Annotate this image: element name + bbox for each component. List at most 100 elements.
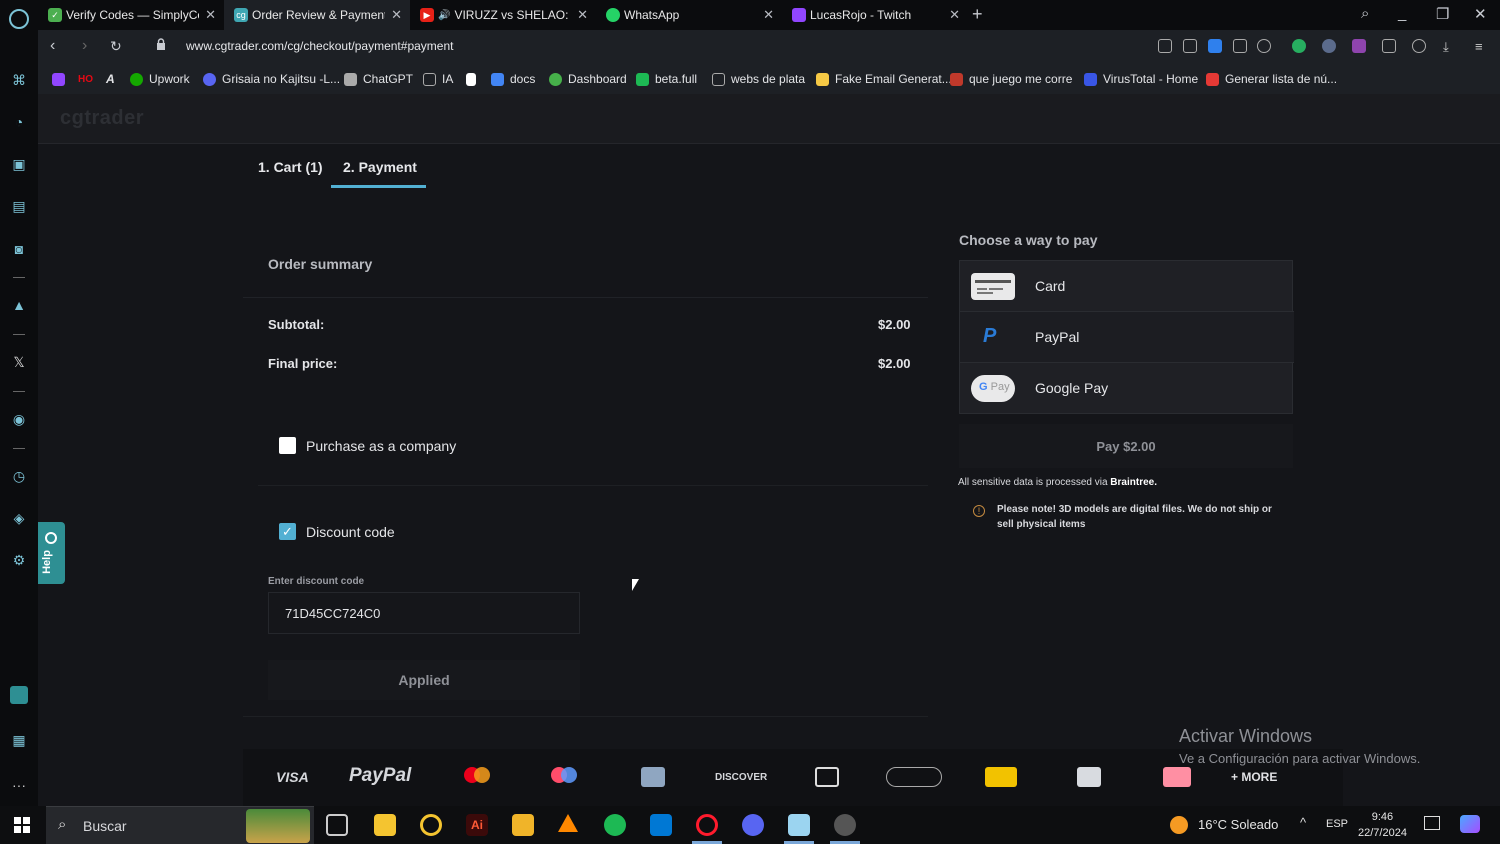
profile-icon[interactable] (1412, 39, 1426, 53)
menu-icon[interactable]: ≡ (1475, 39, 1489, 54)
tab-verify-codes[interactable]: ✓ Verify Codes — SimplyCod ✕ (38, 0, 224, 30)
tab-whatsapp[interactable]: WhatsApp ✕ (596, 0, 782, 30)
file-explorer-icon[interactable] (512, 814, 534, 836)
images-icon[interactable]: ▦ (10, 731, 28, 749)
pay-method-google-pay[interactable]: G Pay Google Pay (960, 363, 1294, 414)
purchase-as-company-checkbox[interactable] (279, 437, 296, 454)
twitch-sidebar-icon[interactable]: ▤ (10, 197, 28, 215)
x-twitter-icon[interactable]: 𝕏 (10, 353, 28, 371)
task-view-icon[interactable] (326, 814, 348, 836)
bookmark-upwork[interactable]: Upwork (130, 70, 190, 88)
camera-icon[interactable] (1183, 39, 1197, 53)
opera-gx-icon[interactable] (420, 814, 442, 836)
bookmark-generar-lista[interactable]: Generar lista de nú... (1206, 70, 1337, 88)
cgtrader-logo[interactable]: cgtrader (60, 107, 144, 130)
illustrator-icon[interactable]: Ai (466, 814, 488, 836)
edit-icon[interactable] (1158, 39, 1172, 53)
new-tab-button[interactable]: + (972, 4, 983, 25)
close-tab-icon[interactable]: ✕ (577, 7, 588, 23)
more-logos-link[interactable]: + MORE (1231, 770, 1277, 784)
pay-button[interactable]: Pay $2.00 (959, 424, 1293, 468)
shield-icon[interactable] (1208, 39, 1222, 53)
close-tab-icon[interactable]: ✕ (205, 7, 216, 23)
bookmark-que-juego[interactable]: que juego me corre (950, 70, 1072, 88)
discount-code-input[interactable]: 71D45CC724C0 (268, 592, 580, 634)
spotify-icon[interactable] (604, 814, 626, 836)
cube-icon[interactable] (1382, 39, 1396, 53)
purchase-as-company-label[interactable]: Purchase as a company (306, 438, 456, 454)
bookmark-chatgpt[interactable]: ChatGPT (344, 70, 413, 88)
copilot-icon[interactable] (1460, 815, 1480, 833)
instagram-icon[interactable]: ◙ (10, 240, 28, 258)
bookmark-tiktok[interactable] (466, 70, 482, 88)
player-icon[interactable]: ◉ (10, 410, 28, 428)
app-sidebar-icon[interactable] (10, 686, 28, 704)
url-field[interactable]: www.cgtrader.com/cg/checkout/payment#pay… (186, 39, 453, 53)
reload-icon[interactable]: ↻ (110, 38, 122, 55)
bookmark-beta-full[interactable]: beta.full (636, 70, 697, 88)
taskbar-clock[interactable]: 9:46 22/7/2024 (1358, 809, 1407, 841)
step-cart-tab[interactable]: 1. Cart (1) (258, 159, 323, 175)
bookmark-grisaia[interactable]: Grisaia no Kajitsu -L... (203, 70, 340, 88)
close-tab-icon[interactable]: ✕ (391, 7, 402, 23)
back-icon[interactable]: ‹ (50, 37, 55, 55)
language-indicator[interactable]: ESP (1326, 818, 1348, 830)
pay-method-paypal[interactable]: P PayPal (960, 312, 1294, 363)
bookmark-dashboard[interactable]: Dashboard (549, 70, 627, 88)
bag-icon[interactable]: ▣ (10, 155, 28, 173)
close-window-icon[interactable]: ✕ (1474, 5, 1487, 23)
aria-icon[interactable]: ▲ (10, 296, 28, 314)
send-icon[interactable] (1233, 39, 1247, 53)
grammarly-icon[interactable] (1292, 39, 1306, 53)
gamepad-icon[interactable]: ⌘ (10, 71, 28, 89)
tab-order-review[interactable]: cg Order Review & Payment - ✕ (224, 0, 410, 30)
bookmark-virustotal[interactable]: VirusTotal - Home (1084, 70, 1198, 88)
discount-code-checkbox[interactable]: ✓ (279, 523, 296, 540)
bookmark-hbo[interactable]: HO (78, 70, 93, 88)
discount-code-label[interactable]: Discount code (306, 524, 395, 540)
more-options-icon[interactable]: ··· (10, 776, 28, 794)
weather-sun-icon[interactable] (1170, 816, 1188, 834)
opera-logo-icon[interactable] (9, 9, 29, 29)
vlc-icon[interactable] (558, 814, 578, 832)
bookmark-a[interactable]: A (106, 70, 115, 88)
heart-icon[interactable] (1257, 39, 1271, 53)
forward-icon[interactable]: › (82, 37, 87, 55)
applied-button[interactable]: Applied (268, 660, 580, 700)
bookmark-docs[interactable]: docs (491, 70, 535, 88)
notifications-icon[interactable] (1424, 816, 1440, 830)
cube-sidebar-icon[interactable]: ◈ (10, 509, 28, 527)
settings-icon[interactable]: ⚙ (10, 551, 28, 569)
search-tabs-icon[interactable]: ⌕ (1361, 5, 1369, 22)
download-icon[interactable]: ⤓ (1443, 39, 1457, 54)
sticky-notes-icon[interactable] (374, 814, 396, 836)
step-payment-tab[interactable]: 2. Payment (343, 159, 417, 175)
speed-dial-icon[interactable]: ◔ (10, 113, 28, 131)
close-tab-icon[interactable]: ✕ (763, 7, 774, 23)
pay-method-card[interactable]: Card (960, 261, 1294, 312)
weather-text[interactable]: 16°C Soleado (1198, 817, 1278, 832)
bookmark-fake-email[interactable]: Fake Email Generat... (816, 70, 952, 88)
history-icon[interactable]: ◷ (10, 467, 28, 485)
opera-icon[interactable] (696, 814, 718, 836)
font-extension-icon[interactable] (1352, 39, 1366, 53)
notepad-icon[interactable] (788, 814, 810, 836)
extension-icon[interactable] (1322, 39, 1336, 53)
bookmark-twitch[interactable] (52, 70, 71, 88)
help-tab[interactable]: Help (38, 522, 65, 584)
tab-youtube[interactable]: ▶ 🔊 VIRUZZ vs SHELAO: MI ✕ (410, 0, 596, 30)
minimize-icon[interactable]: _ (1398, 5, 1406, 22)
tab-twitch[interactable]: LucasRojo - Twitch ✕ (782, 0, 968, 30)
tab-strip: ✓ Verify Codes — SimplyCod ✕ cg Order Re… (0, 0, 1500, 30)
bookmark-webs-de-plata[interactable]: webs de plata (712, 70, 805, 88)
taskbar-search[interactable]: ⌕ Buscar (46, 806, 314, 844)
windows-start-icon[interactable] (14, 817, 30, 833)
close-tab-icon[interactable]: ✕ (949, 7, 960, 23)
chevron-up-icon[interactable]: ^ (1300, 815, 1306, 830)
discord-taskbar-icon[interactable] (742, 814, 764, 836)
microsoft-store-icon[interactable] (650, 814, 672, 836)
speaker-icon[interactable]: 🔊 (438, 10, 450, 21)
restore-icon[interactable]: ❐ (1436, 5, 1449, 23)
steam-icon[interactable] (834, 814, 856, 836)
bookmark-ia-folder[interactable]: IA (423, 70, 453, 88)
